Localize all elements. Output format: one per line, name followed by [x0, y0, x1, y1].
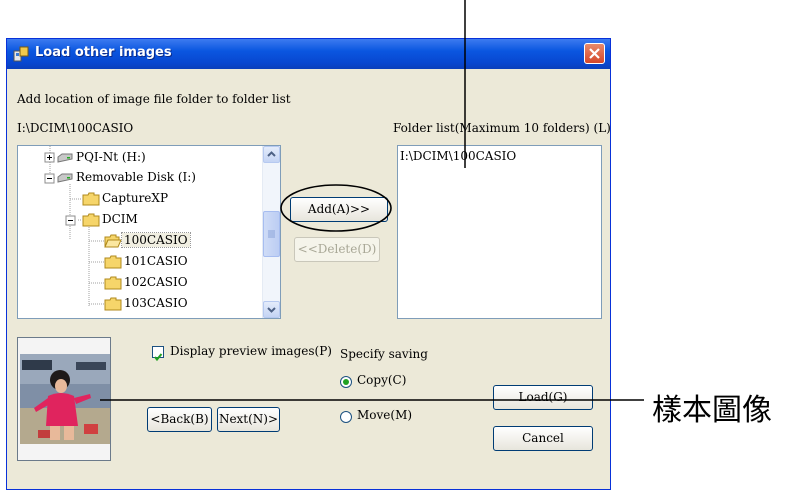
- add-button-highlight: [280, 184, 392, 232]
- callout-label: 樣本圖像: [652, 393, 772, 428]
